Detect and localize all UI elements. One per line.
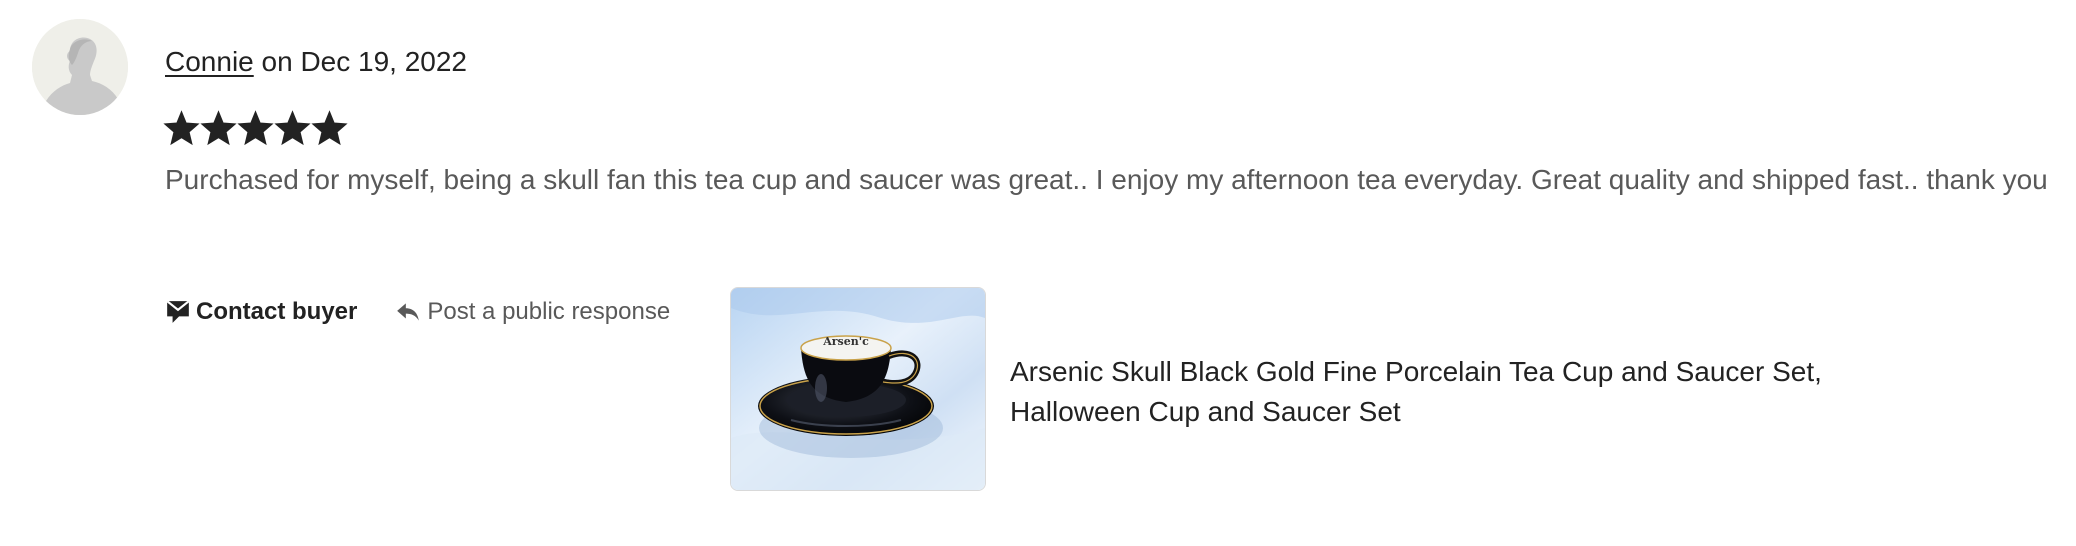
reviewer-name-link[interactable]: Connie xyxy=(165,46,254,77)
review-text: Purchased for myself, being a skull fan … xyxy=(165,164,2048,195)
star-icon xyxy=(237,110,274,146)
cup-text: Arsen'c xyxy=(822,335,869,348)
star-icon xyxy=(311,110,348,146)
person-silhouette-icon xyxy=(32,19,128,115)
star-icon xyxy=(200,110,237,146)
reviewer-avatar xyxy=(32,19,128,115)
post-public-response-label: Post a public response xyxy=(427,298,671,325)
review-header: Connie on Dec 19, 2022 xyxy=(165,42,467,82)
message-icon xyxy=(166,300,190,323)
review-actions: Contact buyer Post a public response xyxy=(165,298,670,326)
star-icon xyxy=(163,110,200,146)
listing-title-link[interactable]: Arsenic Skull Black Gold Fine Porcelain … xyxy=(1010,352,1840,432)
reply-arrow-icon xyxy=(397,303,420,321)
review-date: on Dec 19, 2022 xyxy=(261,46,468,77)
star-icon xyxy=(274,110,311,146)
contact-buyer-label: Contact buyer xyxy=(196,298,358,325)
post-public-response-button[interactable]: Post a public response xyxy=(395,298,670,326)
teacup-image: Arsen'c xyxy=(731,288,985,490)
contact-buyer-button[interactable]: Contact buyer xyxy=(165,298,357,326)
listing-thumbnail[interactable]: Arsen'c xyxy=(730,287,986,491)
star-rating xyxy=(163,110,348,147)
